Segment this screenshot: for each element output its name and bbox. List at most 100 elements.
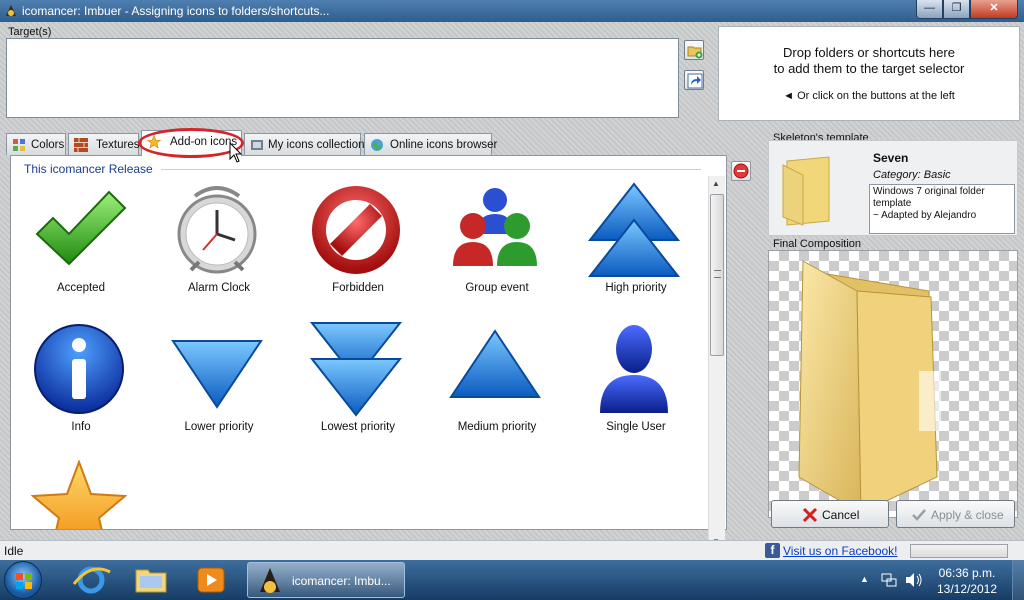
clock-time[interactable]: 06:36 p.m. xyxy=(930,566,1004,580)
volume-icon[interactable] xyxy=(905,572,923,588)
tab-add-on-icons-label: Add-on icons xyxy=(170,136,238,148)
tab-online-icons-browser[interactable]: Online icons browser xyxy=(364,133,497,155)
taskbar-icomancer[interactable]: icomancer: Imbu... xyxy=(247,562,405,598)
icon-item-info[interactable]: Info xyxy=(11,321,131,451)
star-icon xyxy=(147,135,161,149)
main-window: Target(s) Drop folders or shortcuts here… xyxy=(0,22,1024,562)
icon-item-medium-priority[interactable]: Medium priority xyxy=(427,321,547,451)
app-icon xyxy=(6,5,16,16)
cancel-button[interactable]: Cancel xyxy=(771,500,889,528)
scroll-thumb[interactable] xyxy=(710,194,724,356)
taskbar-media-player[interactable] xyxy=(184,562,238,598)
taskbar-item-label: icomancer: Imbu... xyxy=(292,574,391,588)
taskbar-internet-explorer[interactable] xyxy=(64,562,118,598)
icon-item-lowest-priority[interactable]: Lowest priority xyxy=(288,321,408,451)
media-player-icon xyxy=(197,567,225,593)
group-icon xyxy=(453,188,537,266)
windows-logo-icon xyxy=(16,573,32,589)
remove-button[interactable] xyxy=(731,161,751,181)
close-button[interactable]: ✕ xyxy=(970,0,1018,19)
group-header: This icomancer Release xyxy=(24,162,153,176)
drop-hint-line1: Drop folders or shortcuts here xyxy=(783,45,955,60)
skeleton-description-line: Windows 7 original folder xyxy=(873,186,985,197)
icon-label: Lowest priority xyxy=(320,421,396,433)
network-icon[interactable] xyxy=(881,572,897,588)
tab-my-icons-collection[interactable]: My icons collection xyxy=(244,133,365,155)
add-shortcut-button[interactable] xyxy=(684,70,704,90)
minimize-button[interactable]: — xyxy=(916,0,943,19)
internet-explorer-icon xyxy=(72,566,111,594)
alarm-clock-icon xyxy=(177,186,257,274)
mouse-cursor-icon xyxy=(229,142,243,163)
status-bar: Idle f Visit us on Facebook! xyxy=(0,540,1024,560)
icon-item-forbidden[interactable]: Forbidden xyxy=(288,182,408,312)
tab-colors[interactable]: Colors xyxy=(6,133,66,155)
icon-item-accepted[interactable]: Accepted xyxy=(11,182,131,312)
folder-preview-icon xyxy=(798,260,941,514)
apply-close-button[interactable]: Apply & close xyxy=(896,500,1015,528)
folder-icon xyxy=(135,569,167,593)
user-icon xyxy=(600,325,668,413)
cancel-x-icon xyxy=(802,507,818,523)
icon-label: Medium priority xyxy=(457,421,537,433)
star-icon xyxy=(31,460,127,529)
icon-item-star[interactable] xyxy=(11,460,131,529)
scroll-grip xyxy=(714,270,721,278)
clock-date[interactable]: 13/12/2012 xyxy=(930,582,1004,596)
forbidden-icon xyxy=(312,186,400,274)
gallery-scrollbar[interactable]: ▲ ▼ xyxy=(708,176,725,549)
icon-label: Alarm Clock xyxy=(188,282,250,294)
group-divider xyxy=(161,169,701,170)
down-arrow-icon xyxy=(171,340,263,409)
icon-item-single-user[interactable]: Single User xyxy=(566,321,686,451)
globe-icon xyxy=(371,139,383,151)
tab-textures-label: Textures xyxy=(96,139,140,151)
tab-textures[interactable]: Textures xyxy=(68,133,139,155)
tab-online-label: Online icons browser xyxy=(390,139,498,151)
apply-close-label: Apply & close xyxy=(931,508,1004,522)
skeleton-description-line: ~ Adapted by Alejandro xyxy=(873,210,977,221)
icon-item-group-event[interactable]: Group event xyxy=(427,182,547,312)
folder-icon xyxy=(782,156,830,226)
drop-hint-line3: ◄ Or click on the buttons at the left xyxy=(783,90,955,102)
skeleton-template-panel[interactable]: Seven Category: Basic Windows 7 original… xyxy=(768,140,1018,236)
facebook-link[interactable]: Visit us on Facebook! xyxy=(783,544,898,558)
skeleton-description[interactable]: Windows 7 original folder template ~ Ada… xyxy=(869,184,1015,234)
maximize-button[interactable]: ❐ xyxy=(943,0,970,19)
start-button[interactable] xyxy=(4,561,42,599)
icon-item-high-priority[interactable]: High priority xyxy=(566,182,686,312)
shortcut-icon xyxy=(687,73,703,89)
icon-label: Forbidden xyxy=(332,282,384,294)
taskbar-windows-explorer[interactable] xyxy=(124,562,178,598)
drop-zone[interactable]: Drop folders or shortcuts here to add th… xyxy=(718,26,1020,121)
facebook-icon[interactable]: f xyxy=(765,543,780,558)
tab-my-icons-label: My icons collection xyxy=(268,139,365,151)
icon-item-alarm-clock[interactable]: Alarm Clock xyxy=(149,182,269,312)
final-composition-title: Final Composition xyxy=(773,238,862,250)
icon-label: Group event xyxy=(465,282,529,294)
info-icon xyxy=(34,324,124,414)
skeleton-category: Category: Basic xyxy=(873,169,951,181)
window-title: icomancer: Imbuer - Assigning icons to f… xyxy=(22,4,330,18)
brick-icon xyxy=(74,138,88,152)
remove-icon xyxy=(733,163,749,179)
scroll-up-icon[interactable]: ▲ xyxy=(712,179,720,188)
icon-label: Single User xyxy=(606,421,666,433)
targets-label: Target(s) xyxy=(8,26,52,38)
icon-label: High priority xyxy=(605,282,667,294)
icomancer-app-icon xyxy=(260,568,280,593)
double-up-arrow-icon xyxy=(587,182,681,277)
up-arrow-icon xyxy=(449,329,541,398)
icon-label: Accepted xyxy=(57,282,105,294)
show-hidden-icons-icon[interactable]: ▲ xyxy=(860,574,869,584)
skeleton-description-line: template xyxy=(873,198,912,209)
show-desktop-button[interactable] xyxy=(1012,560,1024,600)
add-folder-icon xyxy=(687,46,703,59)
add-folder-button[interactable] xyxy=(684,40,704,60)
target-selector-list[interactable] xyxy=(6,38,679,118)
skeleton-name: Seven xyxy=(873,151,909,165)
tab-add-on-icons[interactable]: Add-on icons xyxy=(141,130,242,156)
icon-item-lower-priority[interactable]: Lower priority xyxy=(149,321,269,451)
drop-hint-line2: to add them to the target selector xyxy=(773,61,965,76)
status-text: Idle xyxy=(4,544,24,558)
